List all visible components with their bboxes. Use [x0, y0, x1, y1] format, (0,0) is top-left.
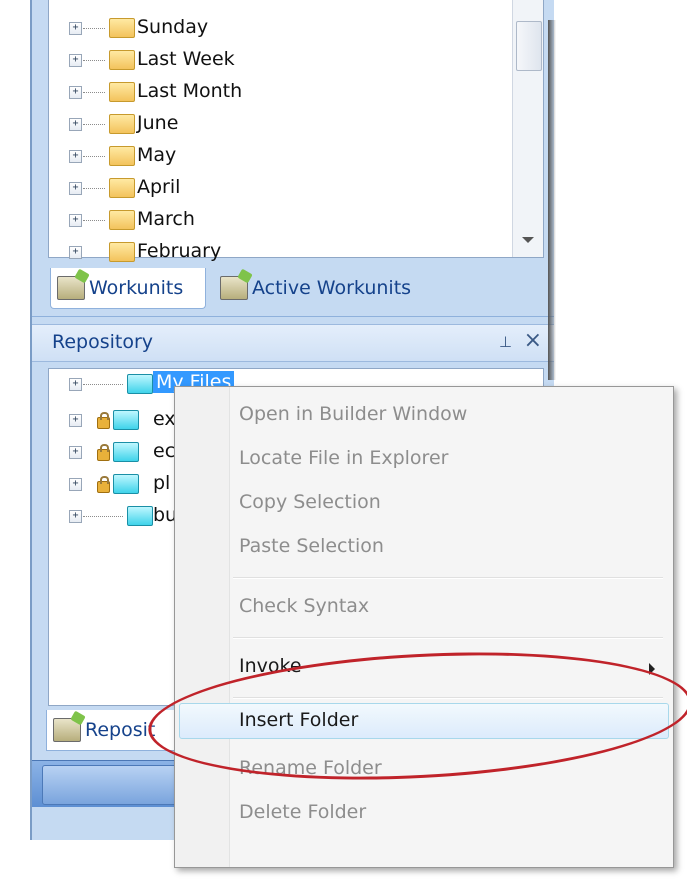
- lock-icon: [97, 444, 110, 461]
- menu-item-copy-selection[interactable]: Copy Selection: [239, 491, 381, 513]
- expand-icon[interactable]: +: [69, 86, 82, 99]
- expand-icon[interactable]: +: [69, 378, 82, 391]
- close-icon[interactable]: ×: [524, 328, 542, 353]
- tree-item-label: May: [137, 144, 177, 166]
- workunit-icon: [220, 276, 248, 300]
- folder-icon: [109, 18, 135, 38]
- folder-icon: [113, 442, 139, 462]
- menu-item-delete-folder[interactable]: Delete Folder: [239, 801, 366, 823]
- expand-icon[interactable]: +: [69, 150, 82, 163]
- folder-icon: [109, 82, 135, 102]
- folder-icon: [109, 50, 135, 70]
- tree-item-label: March: [137, 208, 195, 230]
- lock-icon: [97, 412, 110, 429]
- menu-item-locate-file-in-explorer[interactable]: Locate File in Explorer: [239, 447, 448, 469]
- folder-icon: [113, 474, 139, 494]
- expand-icon[interactable]: +: [69, 118, 82, 131]
- expand-icon[interactable]: +: [69, 414, 82, 427]
- menu-separator: [233, 577, 663, 579]
- folder-icon: [109, 210, 135, 230]
- expand-icon[interactable]: +: [69, 22, 82, 35]
- panel-title: Repository: [52, 331, 154, 353]
- tree-item-label: ec: [153, 440, 176, 462]
- workunits-tree: + Sunday + Last Week + Last Month + June…: [48, 0, 544, 262]
- screenshot-frame: + Sunday + Last Week + Last Month + June…: [0, 0, 687, 888]
- menu-separator: [233, 637, 663, 639]
- expand-icon[interactable]: +: [69, 54, 82, 67]
- folder-icon: [109, 178, 135, 198]
- vertical-scrollbar[interactable]: [512, 0, 543, 257]
- folder-icon: [127, 374, 153, 394]
- tree-item-label: June: [137, 112, 179, 134]
- scrollbar-thumb[interactable]: [516, 21, 542, 71]
- menu-item-paste-selection[interactable]: Paste Selection: [239, 535, 384, 557]
- pin-icon[interactable]: ⊥: [499, 333, 512, 351]
- repository-icon: [53, 718, 81, 742]
- tree-item-label: ex: [153, 408, 176, 430]
- folder-icon: [109, 146, 135, 166]
- tab-active-workunits[interactable]: Active Workunits: [214, 268, 454, 308]
- tree-item-label: April: [137, 176, 181, 198]
- tab-label: Reposit: [85, 719, 156, 741]
- tree-item-label: pl: [153, 472, 171, 494]
- expand-icon[interactable]: +: [69, 478, 82, 491]
- tree-item-label: Last Month: [137, 80, 243, 102]
- tab-workunits[interactable]: Workunits: [50, 268, 206, 309]
- menu-item-check-syntax[interactable]: Check Syntax: [239, 595, 369, 617]
- lock-icon: [97, 476, 110, 493]
- tab-label: Workunits: [89, 277, 184, 299]
- tree-item-label: February: [137, 240, 222, 262]
- tree-item-label: Last Week: [137, 48, 235, 70]
- expand-icon[interactable]: +: [69, 446, 82, 459]
- tree-item-label: Sunday: [137, 16, 209, 38]
- folder-icon: [109, 114, 135, 134]
- folder-icon: [127, 506, 153, 526]
- torn-edge-shadow: [548, 20, 556, 380]
- folder-icon: [109, 242, 135, 262]
- context-menu: Open in Builder Window Locate File in Ex…: [174, 386, 674, 868]
- expand-icon[interactable]: +: [69, 182, 82, 195]
- menu-icon-gutter: [175, 387, 230, 867]
- expand-icon[interactable]: +: [69, 246, 82, 259]
- repository-header: Repository ⊥ ×: [32, 324, 554, 362]
- tab-label: Active Workunits: [252, 277, 412, 299]
- panel-tabs: Workunits Active Workunits: [32, 262, 554, 317]
- workunit-icon: [57, 276, 85, 300]
- scroll-down-icon[interactable]: [522, 237, 534, 243]
- expand-icon[interactable]: +: [69, 214, 82, 227]
- folder-icon: [113, 410, 139, 430]
- expand-icon[interactable]: +: [69, 510, 82, 523]
- menu-item-open-in-builder-window[interactable]: Open in Builder Window: [239, 403, 467, 425]
